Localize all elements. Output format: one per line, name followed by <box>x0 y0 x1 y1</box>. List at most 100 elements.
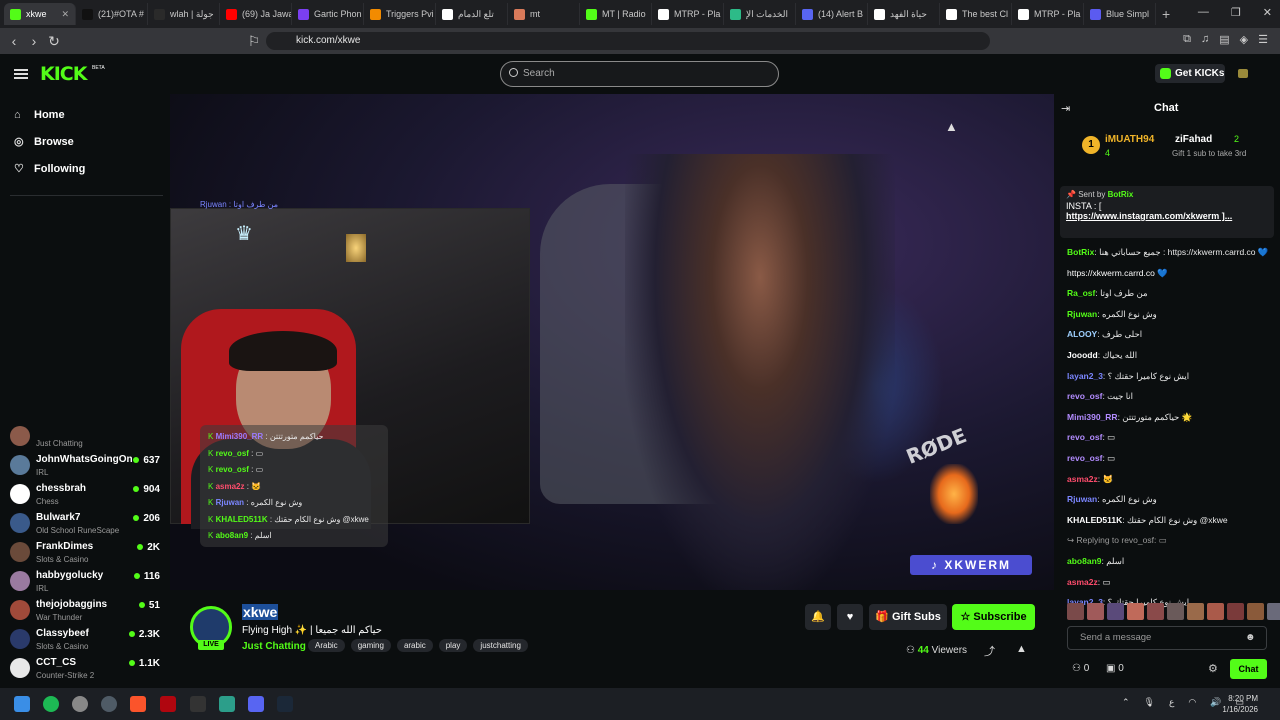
chat-send-button[interactable]: Chat <box>1230 659 1267 679</box>
reload-icon[interactable]: ↻ <box>44 33 64 50</box>
bookmark-icon[interactable]: ⚐ <box>244 33 264 50</box>
get-kicks-button[interactable]: Get KICKs <box>1155 64 1225 83</box>
browser-tab[interactable]: MTRP - Pla <box>1012 3 1084 25</box>
spotify-icon[interactable] <box>43 696 59 712</box>
emote-icon[interactable] <box>1227 603 1244 620</box>
chat-message[interactable]: ALOOY: احلى طرف <box>1067 324 1272 345</box>
browser-tab[interactable]: Triggers Pvi <box>364 3 436 25</box>
following-channel[interactable]: FrankDimes Slots & Casino 2K <box>10 538 160 566</box>
send-message-input[interactable]: Send a message <box>1067 626 1267 650</box>
browser-tab[interactable]: (14) Alert B <box>796 3 868 25</box>
chat-username[interactable]: BotRix <box>1067 247 1094 257</box>
restore-icon[interactable]: ❐ <box>1231 6 1241 19</box>
browser-tab[interactable]: wlah | جولة <box>148 3 220 25</box>
notification-button[interactable]: 🔔 <box>805 604 831 630</box>
netflix-icon[interactable] <box>160 696 176 712</box>
search-input[interactable]: Search <box>500 61 779 87</box>
subscribe-button[interactable]: ☆ Subscribe <box>952 604 1035 630</box>
media-icon[interactable]: ♫ <box>1201 33 1209 46</box>
emote-icon[interactable] <box>1067 603 1084 620</box>
stream-tag[interactable]: play <box>438 639 468 652</box>
chat-username[interactable]: Rjuwan <box>1067 309 1097 319</box>
minimize-icon[interactable]: — <box>1198 6 1209 19</box>
kick-logo[interactable]: KICK <box>40 63 87 85</box>
windows-start-icon[interactable] <box>14 696 30 712</box>
chat-username[interactable]: revo_osf <box>1067 391 1102 401</box>
chat-message[interactable]: Ra_osf: من طرف اوتا <box>1067 283 1272 304</box>
following-channel[interactable]: Just Chatting <box>10 422 160 450</box>
sidebar-item-browse[interactable]: ◎ Browse <box>14 136 74 148</box>
wallet-icon[interactable]: ◈ <box>1240 33 1248 46</box>
settings-app-icon[interactable] <box>72 696 88 712</box>
address-bar[interactable]: kick.com/xkwe <box>266 32 990 50</box>
browser-tab[interactable]: (69) Ja Jawa <box>220 3 292 25</box>
share-icon[interactable]: ⤴ <box>984 643 995 659</box>
volume-icon[interactable]: 🔊 <box>1210 697 1221 708</box>
following-channel[interactable]: Bulwark7 Old School RuneScape 206 <box>10 509 160 537</box>
chat-username[interactable]: Rjuwan <box>1067 494 1097 504</box>
chat-message[interactable]: ↪ Replying to revo_osf: ▭ <box>1067 530 1272 551</box>
emote-icon[interactable] <box>1207 603 1224 620</box>
chat-message[interactable]: Mimi390_RR: حياكمم متورتتتن 🌟 <box>1067 407 1272 428</box>
emoji-icon[interactable]: ☻ <box>1245 632 1256 643</box>
back-icon[interactable]: ‹ <box>4 33 24 49</box>
browser-tab[interactable]: حياة الفهد <box>868 3 940 25</box>
following-channel[interactable]: JohnWhatsGoingOn IRL 637 <box>10 451 160 479</box>
chat-settings-icon[interactable]: ⚙ <box>1208 662 1218 675</box>
chat-message[interactable]: Jooodd: الله يحياك <box>1067 345 1272 366</box>
chevron-up-icon[interactable]: ⌃ <box>1122 697 1130 708</box>
chat-username[interactable]: revo_osf <box>1067 432 1102 442</box>
report-icon[interactable]: ▲ <box>1016 643 1027 655</box>
chat-username[interactable]: Jooodd <box>1067 350 1098 360</box>
browser-tab[interactable]: الخدمات الإ <box>724 3 796 25</box>
chat-username[interactable]: layan2_3 <box>1067 371 1103 381</box>
chat-message[interactable]: abo8an9: اسلم <box>1067 551 1272 572</box>
emote-icon[interactable] <box>1107 603 1124 620</box>
close-window-icon[interactable]: ✕ <box>1263 6 1272 19</box>
chat-username[interactable]: Ra_osf <box>1067 288 1095 298</box>
following-channel[interactable]: chessbrah Chess 904 <box>10 480 160 508</box>
chat-message[interactable]: Rjuwan: وش نوع الكمره <box>1067 489 1272 510</box>
collapse-chat-icon[interactable]: ⇥ <box>1061 102 1070 115</box>
stream-tag[interactable]: Arabic <box>308 639 345 652</box>
stream-category[interactable]: Just Chatting <box>242 641 306 652</box>
chat-message[interactable]: revo_osf: ▭ <box>1067 448 1272 469</box>
chat-username[interactable]: abo8an9 <box>1067 556 1102 566</box>
browser-tab[interactable]: xkwe ✕ <box>4 3 76 25</box>
chat-message[interactable]: layan2_3: ايش نوع كاميرا حقتك ؟ <box>1067 366 1272 387</box>
menu-icon[interactable]: ☰ <box>1258 33 1268 46</box>
stream-tag[interactable]: justchatting <box>473 639 528 652</box>
new-tab-icon[interactable]: + <box>1162 6 1170 22</box>
extension-icon[interactable]: ⧉ <box>1183 33 1191 46</box>
channel-name[interactable]: xkwe <box>242 604 279 620</box>
emote-icon[interactable] <box>1087 603 1104 620</box>
discord-icon[interactable] <box>248 696 264 712</box>
steam-icon[interactable] <box>277 696 293 712</box>
chat-message[interactable]: Rjuwan: وش نوع الكمره <box>1067 304 1272 325</box>
chat-username[interactable]: asma2z <box>1067 577 1098 587</box>
following-channel[interactable]: Classybeef Slots & Casino 2.3K <box>10 625 160 653</box>
browser-tab[interactable]: Blue Simpl <box>1084 3 1156 25</box>
chat-username[interactable]: KHALED511K <box>1067 515 1122 525</box>
browser-tab[interactable]: (21)#OTA # <box>76 3 148 25</box>
chat-username[interactable]: asma2z <box>1067 474 1098 484</box>
chat-message[interactable]: revo_osf: انا جيت <box>1067 386 1272 407</box>
trophy-icon[interactable] <box>1238 69 1248 78</box>
emote-icon[interactable] <box>1267 603 1280 620</box>
chat-message[interactable]: asma2z: ▭ <box>1067 572 1272 593</box>
microphone-icon[interactable]: 🎙 <box>1144 697 1155 708</box>
emote-icon[interactable] <box>1247 603 1264 620</box>
sidebar-item-following[interactable]: ♡ Following <box>14 163 85 175</box>
brave-icon[interactable] <box>130 696 146 712</box>
chat-message[interactable]: BotRix: جميع حساباتي هنا : https://xkwer… <box>1067 242 1272 263</box>
emote-icon[interactable] <box>1187 603 1204 620</box>
browser-tab[interactable]: mt <box>508 3 580 25</box>
emote-icon[interactable] <box>1127 603 1144 620</box>
chat-message[interactable]: asma2z: 🐱 <box>1067 469 1272 490</box>
language-indicator[interactable]: ع <box>1169 697 1174 708</box>
gift-subs-button[interactable]: 🎁 Gift Subs <box>869 604 947 630</box>
chat-message[interactable]: https://xkwerm.carrd.co 💙 <box>1067 263 1272 284</box>
sidebar-icon[interactable]: ▤ <box>1219 33 1229 46</box>
browser-tab[interactable]: Gartic Phon <box>292 3 364 25</box>
app-icon[interactable] <box>190 696 206 712</box>
